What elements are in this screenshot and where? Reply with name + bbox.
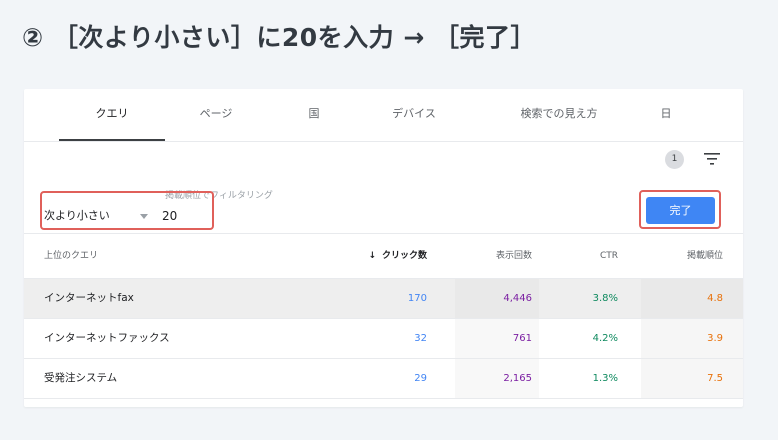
position-column-shade	[641, 279, 743, 318]
performance-report-card: クエリ ページ 国 デバイス 検索での見え方 日 1 掲載順位でフィルタリング …	[24, 89, 743, 407]
impressions-cell: 761	[512, 333, 532, 344]
impressions-cell: 4,446	[503, 293, 532, 304]
clicks-cell: 29	[414, 373, 427, 384]
column-header-position[interactable]: 掲載順位	[687, 234, 723, 278]
clicks-header-label: クリック数	[381, 251, 427, 261]
tab-search-appearance[interactable]: 検索での見え方	[494, 89, 624, 139]
column-header-impressions[interactable]: 表示回数	[496, 234, 532, 278]
position-cell: 3.9	[707, 333, 723, 344]
position-cell: 7.5	[707, 373, 723, 384]
query-cell: 受発注システム	[44, 372, 118, 384]
clicks-cell: 170	[407, 293, 427, 304]
tab-device[interactable]: デバイス	[379, 89, 449, 139]
tab-country[interactable]: 国	[299, 89, 329, 139]
ctr-cell: 3.8%	[592, 293, 618, 304]
table-row[interactable]: インターネットfax 170 4,446 3.8% 4.8	[24, 279, 743, 319]
position-column-shade	[641, 359, 743, 398]
active-filter-count-badge: 1	[665, 150, 684, 169]
ctr-cell: 4.2%	[592, 333, 618, 344]
table-header-row: 上位のクエリ ↓ クリック数 表示回数 CTR 掲載順位	[24, 234, 743, 279]
query-cell: インターネットfax	[44, 292, 134, 304]
tab-date[interactable]: 日	[651, 89, 681, 139]
tab-query[interactable]: クエリ	[59, 89, 165, 141]
filter-icon[interactable]	[704, 152, 720, 166]
query-cell: インターネットファックス	[44, 332, 170, 344]
queries-table: 上位のクエリ ↓ クリック数 表示回数 CTR 掲載順位 インターネットfax 1…	[24, 234, 743, 399]
done-button[interactable]: 完了	[646, 197, 715, 224]
table-row[interactable]: インターネットファックス 32 761 4.2% 3.9	[24, 319, 743, 359]
position-column-shade	[641, 319, 743, 358]
condition-highlight-frame	[40, 191, 214, 230]
table-row[interactable]: 受発注システム 29 2,165 1.3% 7.5	[24, 359, 743, 399]
column-header-query[interactable]: 上位のクエリ	[44, 234, 98, 278]
instruction-headline: ② ［次より小さい］に20を入力 → ［完了］	[22, 23, 537, 52]
clicks-cell: 32	[414, 333, 427, 344]
column-header-clicks[interactable]: ↓ クリック数	[368, 234, 427, 278]
column-header-ctr[interactable]: CTR	[600, 234, 618, 278]
impressions-cell: 2,165	[503, 373, 532, 384]
tab-page[interactable]: ページ	[186, 89, 246, 139]
dimension-tabs: クエリ ページ 国 デバイス 検索での見え方 日	[24, 89, 743, 142]
sort-down-arrow-icon: ↓	[368, 251, 376, 261]
position-cell: 4.8	[707, 293, 723, 304]
ctr-cell: 1.3%	[592, 373, 618, 384]
